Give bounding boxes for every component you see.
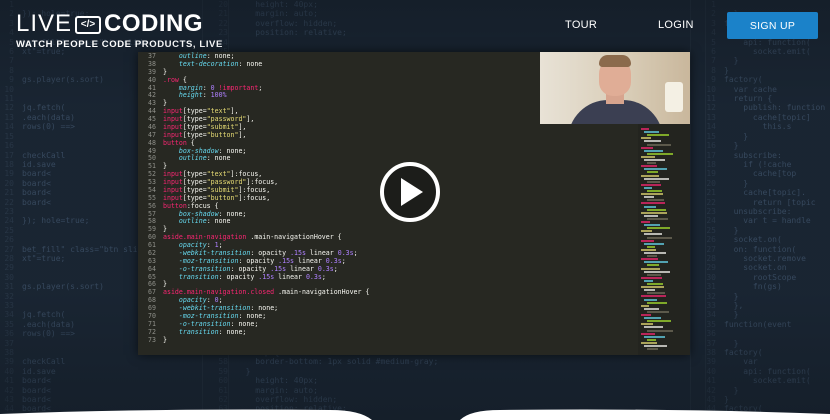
nav-tour-link[interactable]: TOUR xyxy=(565,19,597,31)
site-header: LIVE </> CODING WATCH PEOPLE CODE PRODUC… xyxy=(0,0,830,52)
code-line: 47 input[type="button"], xyxy=(138,131,638,140)
code-line: 73} xyxy=(138,335,638,345)
logo-tagline: WATCH PEOPLE CODE PRODUCTS, LIVE xyxy=(16,39,223,50)
code-brackets-icon: </> xyxy=(75,16,102,34)
code-line: 72 transition: none; xyxy=(138,327,638,337)
bottom-divider xyxy=(0,409,830,420)
code-line: 58 outline: none xyxy=(138,217,638,226)
line-number: 73 xyxy=(148,335,156,344)
nav-login-link[interactable]: LOGIN xyxy=(658,19,694,31)
logo-live-text: LIVE xyxy=(16,10,73,37)
line-text: text-decoration: none xyxy=(178,59,263,68)
line-text: transition: none; xyxy=(178,327,247,336)
line-text: outline: none xyxy=(178,154,231,163)
logo[interactable]: LIVE </> CODING WATCH PEOPLE CODE PRODUC… xyxy=(16,10,223,51)
line-text: outline: none xyxy=(178,217,231,226)
line-text: height: 100% xyxy=(178,91,227,100)
play-icon xyxy=(401,178,423,206)
play-button[interactable] xyxy=(380,162,440,222)
line-text: } xyxy=(163,335,167,344)
webcam-feed xyxy=(540,52,690,124)
logo-coding-text: CODING xyxy=(104,10,204,37)
code-line: 65 transition: opacity .15s linear 0.3s; xyxy=(138,272,638,282)
editor-minimap xyxy=(638,124,690,355)
signup-button[interactable]: SIGN UP xyxy=(727,12,818,39)
code-line: 50 outline: none xyxy=(138,154,638,163)
line-text: transition: opacity .15s linear 0.3s; xyxy=(178,272,326,281)
